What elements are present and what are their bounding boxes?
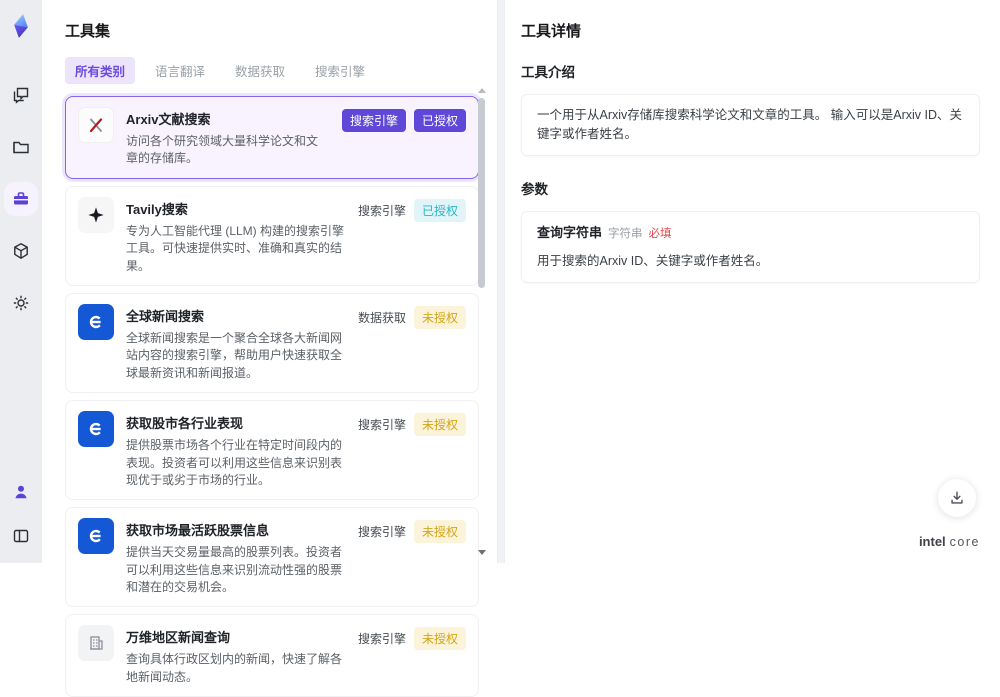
tab-search-engine[interactable]: 搜索引擎	[305, 57, 375, 84]
panel-divider	[497, 0, 505, 563]
tool-card-global-news[interactable]: 全球新闻搜索 全球新闻搜索是一个聚合全球各大新闻网站内容的搜索引擎，帮助用户快速…	[65, 292, 479, 394]
tool-card-sector-performance[interactable]: 获取股市各行业表现 提供股票市场各个行业在特定时间段内的表现。投资者可以利用这些…	[65, 400, 479, 501]
tool-description: 提供当天交易量最高的股票列表。投资者可以利用这些信息来识别流动性强的股票和潜在的…	[126, 545, 343, 595]
intel-core-logo: intel core	[919, 534, 980, 549]
tool-description: 专为人工智能代理 (LLM) 构建的搜索引擎工具。可快速提供实时、准确和真实的结…	[126, 223, 345, 273]
param-card: 查询字符串 字符串 必填 用于搜索的Arxiv ID、关键字或作者姓名。	[521, 210, 980, 283]
building-news-logo-icon	[78, 625, 114, 662]
category-badge: 数据获取	[357, 310, 406, 325]
tool-title: Arxiv文献搜索	[126, 112, 211, 127]
tool-description: 访问各个研究领域大量科学论文和文章的存储库。	[126, 134, 319, 166]
category-badge: 搜索引擎	[357, 525, 406, 540]
param-type: 字符串	[608, 227, 643, 240]
auth-status-badge: 未授权	[413, 305, 466, 329]
category-badge: 搜索引擎	[357, 203, 406, 218]
blue-e-logo-icon	[78, 518, 114, 555]
param-description: 用于搜索的Arxiv ID、关键字或作者姓名。	[537, 253, 769, 268]
tool-description: 提供股票市场各个行业在特定时间段内的表现。投资者可以利用这些信息来识别表现优于或…	[126, 438, 343, 487]
toolbox-icon[interactable]	[8, 186, 34, 212]
tool-list-panel: 工具集 所有类别 语言翻译 数据获取 搜索引擎 Arxiv文献搜索 访问各个研究…	[42, 0, 497, 697]
chat-icon[interactable]	[8, 82, 34, 108]
tool-title: 获取市场最活跃股票信息	[126, 523, 270, 539]
category-badge: 搜索引擎	[357, 632, 406, 647]
tool-card-list: Arxiv文献搜索 访问各个研究领域大量科学论文和文章的存储库。 搜索引擎 已授…	[65, 96, 479, 697]
download-icon	[951, 491, 963, 504]
folder-icon[interactable]	[8, 134, 34, 160]
auth-status-badge: 已授权	[413, 109, 466, 132]
detail-title: 工具详情	[521, 23, 582, 40]
category-badge: 搜索引擎	[357, 418, 406, 433]
app-logo	[7, 12, 35, 40]
tool-card-regional-news[interactable]: 万维地区新闻查询 查询具体行政区划内的新闻，快速了解各地新闻动态。 搜索引擎 未…	[65, 614, 479, 697]
list-scrollbar[interactable]	[477, 88, 487, 555]
tool-title: 获取股市各行业表现	[126, 416, 244, 432]
scroll-down-arrow-icon[interactable]	[478, 550, 486, 555]
panel-toggle-icon[interactable]	[8, 523, 34, 549]
category-badge: 搜索引擎	[341, 109, 406, 132]
auth-status-badge: 未授权	[413, 520, 466, 544]
tool-card-most-active-stocks[interactable]: 获取市场最活跃股票信息 提供当天交易量最高的股票列表。投资者可以利用这些信息来识…	[65, 507, 479, 608]
tool-description: 查询具体行政区划内的新闻，快速了解各地新闻动态。	[126, 652, 343, 684]
intro-card: 一个用于从Arxiv存储库搜索科学论文和文章的工具。 输入可以是Arxiv ID…	[521, 94, 980, 156]
tool-title: Tavily搜索	[126, 201, 188, 217]
param-name: 查询字符串	[537, 224, 603, 240]
auth-status-badge: 未授权	[413, 413, 466, 437]
blue-e-logo-icon	[78, 411, 114, 448]
arxiv-logo-icon	[78, 107, 114, 143]
scrollbar-thumb[interactable]	[478, 98, 485, 288]
blue-e-logo-icon	[78, 303, 114, 340]
tab-data-acquisition[interactable]: 数据获取	[225, 57, 295, 84]
auth-status-badge: 已授权	[413, 198, 466, 222]
tool-detail-panel: 工具详情 工具介绍 一个用于从Arxiv存储库搜索科学论文和文章的工具。 输入可…	[505, 0, 1000, 563]
tool-title: 万维地区新闻查询	[126, 630, 231, 646]
tool-title: 全球新闻搜索	[126, 308, 205, 324]
core-wordmark: core	[949, 535, 980, 549]
user-icon[interactable]	[8, 479, 34, 505]
tool-card-tavily[interactable]: Tavily搜索 专为人工智能代理 (LLM) 构建的搜索引擎工具。可快速提供实…	[65, 185, 479, 286]
tab-all-categories[interactable]: 所有类别	[65, 57, 136, 84]
category-tabs: 所有类别 语言翻译 数据获取 搜索引擎	[65, 57, 487, 84]
tavily-star-logo-icon	[78, 196, 114, 233]
intel-wordmark: intel	[918, 534, 946, 549]
tool-description: 全球新闻搜索是一个聚合全球各大新闻网站内容的搜索引擎，帮助用户快速获取全球最新资…	[126, 330, 343, 380]
download-button[interactable]	[938, 479, 976, 517]
tab-language-translation[interactable]: 语言翻译	[145, 57, 215, 84]
scroll-up-arrow-icon[interactable]	[478, 88, 486, 93]
page-title: 工具集	[65, 23, 111, 40]
param-required-badge: 必填	[648, 227, 672, 240]
package-icon[interactable]	[8, 238, 34, 264]
icon-rail	[0, 0, 42, 563]
params-heading: 参数	[521, 181, 548, 197]
auth-status-badge: 未授权	[413, 627, 466, 651]
intro-heading: 工具介绍	[521, 65, 575, 80]
intro-text: 一个用于从Arxiv存储库搜索科学论文和文章的工具。 输入可以是Arxiv ID…	[537, 108, 963, 141]
tool-card-arxiv[interactable]: Arxiv文献搜索 访问各个研究领域大量科学论文和文章的存储库。 搜索引擎 已授…	[65, 96, 479, 179]
settings-gear-icon[interactable]	[8, 290, 34, 316]
